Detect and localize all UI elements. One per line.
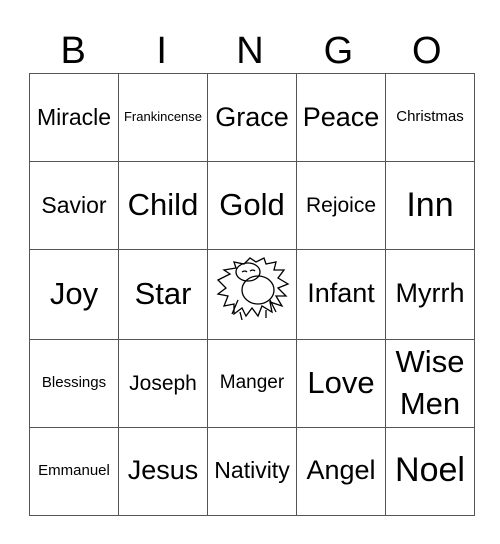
cell[interactable]: Inn bbox=[385, 161, 475, 250]
cell[interactable]: Wise Men bbox=[385, 338, 475, 428]
cell[interactable]: Nativity bbox=[207, 426, 297, 516]
grid-row: Joy Star Infant Myrrh bbox=[29, 249, 475, 340]
cell[interactable]: Child bbox=[118, 161, 208, 250]
cell[interactable]: Emmanuel bbox=[29, 426, 119, 516]
cell[interactable]: Joy bbox=[29, 249, 119, 340]
cell[interactable]: Rejoice bbox=[296, 161, 386, 250]
cell[interactable]: Miracle bbox=[29, 73, 119, 162]
cell[interactable]: Gold bbox=[207, 161, 297, 250]
cell[interactable]: Jesus bbox=[118, 426, 208, 516]
header-letter-g: G bbox=[323, 30, 354, 72]
header-letter-i: I bbox=[156, 30, 167, 72]
cell[interactable]: Grace bbox=[207, 73, 297, 162]
grid-row: Blessings Joseph Manger Love Wise Men bbox=[29, 338, 475, 428]
bingo-header: B I N G O bbox=[29, 30, 471, 72]
cell[interactable]: Myrrh bbox=[385, 249, 475, 340]
grid-row: Emmanuel Jesus Nativity Angel Noel bbox=[29, 426, 475, 516]
cell[interactable]: Manger bbox=[207, 338, 297, 428]
cell[interactable]: Blessings bbox=[29, 338, 119, 428]
header-letter-n: N bbox=[236, 30, 264, 72]
cell[interactable]: Angel bbox=[296, 426, 386, 516]
cell[interactable]: Noel bbox=[385, 426, 475, 516]
baby-in-manger-icon bbox=[216, 257, 290, 321]
free-space-cell[interactable] bbox=[207, 249, 297, 340]
cell[interactable]: Star bbox=[118, 249, 208, 340]
cell[interactable]: Peace bbox=[296, 73, 386, 162]
header-letter-o: O bbox=[412, 30, 442, 72]
bingo-grid: Miracle Frankincense Grace Peace Christm… bbox=[29, 73, 475, 516]
cell[interactable]: Frankincense bbox=[118, 73, 208, 162]
cell[interactable]: Joseph bbox=[118, 338, 208, 428]
cell[interactable]: Love bbox=[296, 338, 386, 428]
cell[interactable]: Savior bbox=[29, 161, 119, 250]
cell[interactable]: Infant bbox=[296, 249, 386, 340]
grid-row: Savior Child Gold Rejoice Inn bbox=[29, 161, 475, 250]
grid-row: Miracle Frankincense Grace Peace Christm… bbox=[29, 73, 475, 162]
cell[interactable]: Christmas bbox=[385, 73, 475, 162]
header-letter-b: B bbox=[60, 30, 86, 72]
